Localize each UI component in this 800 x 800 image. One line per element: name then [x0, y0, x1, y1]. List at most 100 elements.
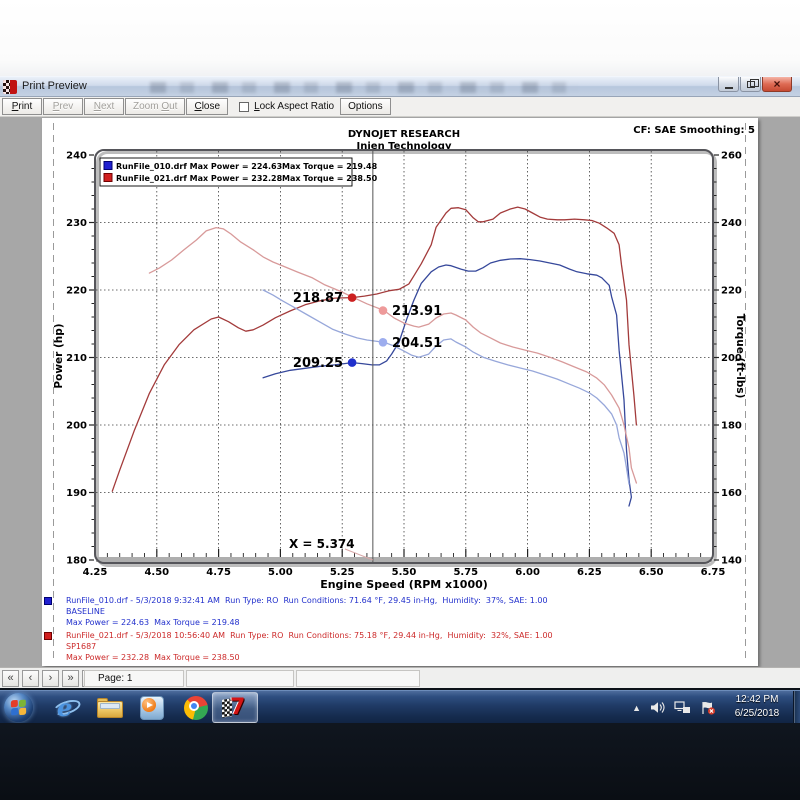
toolbar-button-next[interactable]: Next [84, 98, 124, 115]
y-left-tick-label: 210 [66, 353, 87, 364]
y-left-tick-label: 240 [66, 151, 87, 162]
window-title: Print Preview [22, 80, 87, 92]
page-number-panel: Page: 1 [84, 670, 184, 687]
y-left-tick-label: 190 [66, 488, 87, 499]
y-right-tick-label: 220 [721, 286, 742, 297]
marker-dot-204.51[interactable] [379, 338, 388, 347]
run-annotation-row: RunFile_010.drf - 5/3/2018 9:32:41 AM Ru… [44, 595, 744, 628]
legend-run-text: RunFile_010.drf Max Power = 224.63 [116, 162, 282, 171]
dyno-chart: CF: SAE Smoothing: 5DYNOJET RESEARCHInje… [42, 118, 758, 666]
preview-client-area: CF: SAE Smoothing: 5DYNOJET RESEARCHInje… [0, 117, 800, 667]
y-axis-label-left: Power (hp) [53, 323, 65, 388]
winpep7-taskbar-button-active[interactable]: 7 [212, 692, 258, 723]
desktop-background-bottom [0, 723, 800, 800]
run-annotations: RunFile_010.drf - 5/3/2018 9:32:41 AM Ru… [44, 595, 744, 665]
titlebar[interactable]: Print Preview × [0, 76, 800, 97]
volume-icon[interactable] [650, 701, 665, 714]
y-right-tick-label: 140 [721, 556, 742, 567]
x-tick-label: 4.50 [144, 567, 169, 578]
restore-button[interactable] [740, 77, 761, 92]
aero-glass-reflection [150, 82, 580, 93]
last-page-button[interactable]: » [62, 670, 79, 687]
marker-dot-213.91[interactable] [379, 306, 388, 315]
toolbar-button-close[interactable]: Close [186, 98, 228, 115]
marker-label-213.91: 213.91 [392, 304, 442, 319]
start-button[interactable] [4, 693, 33, 722]
windows-explorer-icon[interactable] [96, 694, 124, 722]
close-icon: × [773, 78, 780, 90]
y-right-tick-label: 260 [721, 151, 742, 162]
run-annotation-line: Max Power = 232.28 Max Torque = 238.50 [66, 652, 553, 663]
y-left-tick-label: 180 [66, 556, 87, 567]
x-axis-bar [96, 557, 712, 562]
action-center-flag-icon[interactable] [700, 701, 716, 715]
toolbar-button-prev[interactable]: Prev [43, 98, 83, 115]
toolbar: PrintPrevNextZoom OutClose Lock Aspect Ra… [0, 97, 800, 117]
internet-explorer-icon[interactable]: e [54, 694, 82, 722]
marker-label-204.51: 204.51 [392, 336, 442, 351]
hidden-icons-chevron[interactable]: ▲ [632, 703, 641, 713]
app-icon [3, 80, 17, 94]
run-annotation-lines: RunFile_010.drf - 5/3/2018 9:32:41 AM Ru… [66, 595, 548, 628]
y-left-tick-label: 200 [66, 421, 87, 432]
run-annotation-lines: RunFile_021.drf - 5/3/2018 10:56:40 AM R… [66, 630, 553, 663]
taskbar: e 7 ▲ [0, 690, 800, 723]
status-panel [186, 670, 294, 687]
plot-frame-shadow [98, 153, 716, 566]
curve-runfile-010-torque [263, 290, 629, 484]
marker-label-209.25: 209.25 [293, 356, 343, 371]
page-navigation-bar: «‹›» Page: 1 [0, 667, 800, 688]
run-annotation-row: RunFile_021.drf - 5/3/2018 10:56:40 AM R… [44, 630, 744, 663]
legend-run-text: RunFile_021.drf Max Power = 232.28 [116, 174, 283, 183]
run-annotation-line: Max Power = 224.63 Max Torque = 219.48 [66, 617, 548, 628]
legend-torque-text: Max Torque = 238.50 [282, 174, 378, 183]
chrome-icon[interactable] [182, 694, 210, 722]
ie-e-glyph: e [57, 693, 72, 722]
run-annotation-line: RunFile_021.drf - 5/3/2018 10:56:40 AM R… [66, 630, 553, 641]
desktop-background-top [0, 0, 800, 76]
minimize-button[interactable] [718, 77, 739, 92]
marker-label-218.87: 218.87 [293, 291, 343, 306]
windows-flag-icon [11, 700, 27, 716]
lock-aspect-ratio-checkbox[interactable] [239, 102, 249, 112]
tray-clock[interactable]: 12:42 PM 6/25/2018 [724, 693, 790, 721]
prev-page-button[interactable]: ‹ [22, 670, 39, 687]
close-button[interactable]: × [762, 77, 792, 92]
next-page-button[interactable]: › [42, 670, 59, 687]
toolbar-button-zoom-out[interactable]: Zoom Out [125, 98, 185, 115]
y-right-tick-label: 180 [721, 421, 742, 432]
lock-aspect-ratio-group: Lock Aspect Ratio [239, 98, 334, 115]
first-page-button[interactable]: « [2, 670, 19, 687]
show-desktop-button[interactable] [793, 691, 800, 724]
chart-title: DYNOJET RESEARCH [348, 129, 460, 140]
marker-dot-209.25[interactable] [348, 358, 357, 367]
curve-runfile-021-power [112, 207, 636, 491]
print-preview-window: Print Preview × PrintPrevNextZoom OutClo… [0, 76, 800, 688]
x-axis-label: Engine Speed (RPM x1000) [320, 578, 488, 591]
lock-aspect-ratio-label: Lock Aspect Ratio [254, 101, 334, 112]
y-axis-label-right: Torque (ft-lbs) [734, 314, 746, 399]
marker-dot-218.87[interactable] [348, 293, 357, 302]
y-right-tick-label: 240 [721, 218, 742, 229]
clock-date: 6/25/2018 [724, 707, 790, 721]
run-annotation-line: BASELINE [66, 606, 548, 617]
x-tick-label: 5.50 [392, 567, 417, 578]
x-tick-label: 6.00 [515, 567, 540, 578]
run-annotation-line: RunFile_010.drf - 5/3/2018 9:32:41 AM Ru… [66, 595, 548, 606]
x-tick-label: 5.75 [453, 567, 478, 578]
toolbar-button-print[interactable]: Print [2, 98, 42, 115]
x-tick-label: 6.50 [639, 567, 664, 578]
restore-icon [747, 81, 755, 88]
run-color-swatch [44, 597, 52, 605]
winpep7-icon: 7 [230, 695, 245, 720]
x-tick-label: 6.75 [701, 567, 726, 578]
toolbar-button-options[interactable]: Options [340, 98, 390, 115]
cf-sae-smoothing-label: CF: SAE Smoothing: 5 [633, 125, 755, 136]
y-left-tick-label: 220 [66, 286, 87, 297]
minimize-icon [725, 87, 733, 89]
media-player-icon[interactable] [138, 694, 166, 722]
screen: Print Preview × PrintPrevNextZoom OutClo… [0, 0, 800, 800]
network-icon[interactable] [674, 701, 691, 714]
run-color-swatch [44, 632, 52, 640]
legend-swatch [104, 162, 112, 170]
